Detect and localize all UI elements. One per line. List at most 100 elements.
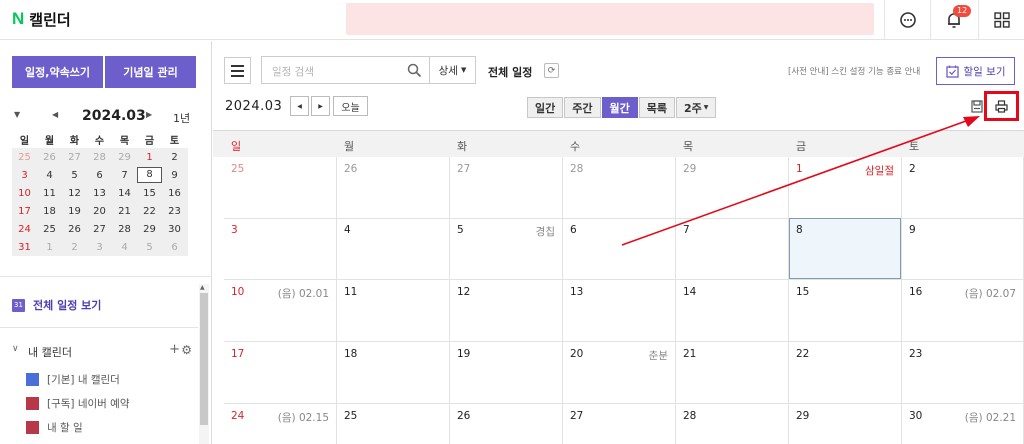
day-number[interactable]: 9 xyxy=(909,224,916,236)
day-cell[interactable]: 26 xyxy=(450,404,563,444)
mini-day[interactable]: 22 xyxy=(137,206,162,217)
day-number[interactable]: 13 xyxy=(570,286,583,298)
mini-day[interactable]: 5 xyxy=(62,170,87,181)
day-number[interactable]: 25 xyxy=(231,163,244,175)
mini-day[interactable]: 6 xyxy=(87,170,112,181)
mini-day[interactable]: 29 xyxy=(137,224,162,235)
day-cell[interactable]: 13 xyxy=(563,280,676,342)
day-number[interactable]: 21 xyxy=(683,348,696,360)
day-cell[interactable]: 27 xyxy=(563,404,676,444)
mini-day[interactable]: 29 xyxy=(112,152,137,163)
day-number[interactable]: 2 xyxy=(909,163,916,175)
today-button[interactable]: 오늘 xyxy=(333,96,368,116)
day-cell[interactable]: 12 xyxy=(450,280,563,342)
ad-banner[interactable] xyxy=(346,3,874,35)
mini-day[interactable]: 4 xyxy=(37,170,62,181)
mini-day[interactable]: 3 xyxy=(87,242,112,253)
day-number[interactable]: 26 xyxy=(344,163,357,175)
mini-day[interactable]: 28 xyxy=(87,152,112,163)
day-cell[interactable]: 21 xyxy=(676,342,789,404)
day-number[interactable]: 18 xyxy=(344,348,357,360)
day-number[interactable]: 1 xyxy=(796,163,803,175)
day-cell[interactable]: 19 xyxy=(450,342,563,404)
mini-day[interactable]: 28 xyxy=(112,224,137,235)
day-number[interactable]: 4 xyxy=(344,224,351,236)
day-cell[interactable]: 4 xyxy=(337,218,450,280)
calendar-color-swatch[interactable] xyxy=(26,397,39,410)
day-number[interactable]: 24 xyxy=(231,410,244,422)
mini-day[interactable]: 3 xyxy=(12,170,37,181)
all-events-link[interactable]: 31 전체 일정 보기 xyxy=(12,297,101,313)
day-cell[interactable]: 7 xyxy=(676,218,789,280)
mini-day[interactable]: 2 xyxy=(62,242,87,253)
mini-day[interactable]: 2 xyxy=(162,152,187,163)
day-cell[interactable]: 29 xyxy=(676,157,789,219)
mini-day[interactable]: 5 xyxy=(137,242,162,253)
tab-monthly[interactable]: 월간 xyxy=(601,97,638,118)
day-number[interactable]: 6 xyxy=(570,224,577,236)
day-cell[interactable]: 15 xyxy=(789,280,902,342)
mini-day[interactable]: 1 xyxy=(37,242,62,253)
gear-icon[interactable]: ⚙ xyxy=(181,343,192,357)
day-cell[interactable]: 28 xyxy=(563,157,676,219)
day-number[interactable]: 16 xyxy=(909,286,922,298)
day-cell[interactable]: 11 xyxy=(337,280,450,342)
day-cell[interactable]: 20 춘분 xyxy=(563,342,676,404)
day-cell[interactable]: 3 xyxy=(224,218,337,280)
collapse-chevron-icon[interactable]: ▼ xyxy=(14,110,20,119)
day-cell[interactable]: 8 xyxy=(789,218,902,280)
mini-day[interactable]: 1 xyxy=(137,152,162,163)
day-number[interactable]: 30 xyxy=(909,410,922,422)
calendar-item-todo[interactable]: 내 할 일 xyxy=(26,420,83,435)
day-cell[interactable]: 29 xyxy=(789,404,902,444)
day-cell[interactable]: 9 xyxy=(902,218,1024,280)
day-cell[interactable]: 6 xyxy=(563,218,676,280)
day-number[interactable]: 28 xyxy=(570,163,583,175)
day-cell[interactable]: 28 xyxy=(676,404,789,444)
day-cell[interactable]: 2 xyxy=(902,157,1024,219)
day-number[interactable]: 29 xyxy=(796,410,809,422)
mini-day[interactable]: 31 xyxy=(12,242,37,253)
day-number[interactable]: 28 xyxy=(683,410,696,422)
apps-button[interactable] xyxy=(978,0,1024,40)
mini-day[interactable]: 23 xyxy=(162,206,187,217)
tab-two-weeks[interactable]: 2주 ▼ xyxy=(676,97,717,118)
day-cell[interactable]: 23 xyxy=(902,342,1024,404)
mini-day[interactable]: 17 xyxy=(12,206,37,217)
day-number[interactable]: 8 xyxy=(796,224,803,236)
mini-day[interactable]: 18 xyxy=(37,206,62,217)
day-cell[interactable]: 22 xyxy=(789,342,902,404)
day-number[interactable]: 3 xyxy=(231,224,238,236)
next-month-button[interactable]: ▶ xyxy=(311,96,330,116)
naver-calendar-logo[interactable]: N 캘린더 xyxy=(12,7,71,31)
day-number[interactable]: 26 xyxy=(457,410,470,422)
mini-day[interactable]: 27 xyxy=(62,152,87,163)
day-number[interactable]: 19 xyxy=(457,348,470,360)
day-number[interactable]: 12 xyxy=(457,286,470,298)
day-number[interactable]: 14 xyxy=(683,286,696,298)
mini-day[interactable]: 25 xyxy=(12,152,37,163)
day-cell[interactable]: 10 (음) 02.01 xyxy=(224,280,337,342)
hamburger-menu-button[interactable] xyxy=(224,57,251,84)
day-cell[interactable]: 18 xyxy=(337,342,450,404)
day-number[interactable]: 23 xyxy=(909,348,922,360)
search-input[interactable]: 일정 검색 xyxy=(261,56,430,84)
my-calendar-section-header[interactable]: ∨ 내 캘린더 + ⚙ xyxy=(12,342,192,359)
search-icon[interactable] xyxy=(407,63,422,78)
day-number[interactable]: 25 xyxy=(344,410,357,422)
scrollbar-thumb[interactable] xyxy=(200,293,208,425)
tab-weekly[interactable]: 주간 xyxy=(564,97,601,118)
day-cell[interactable]: 14 xyxy=(676,280,789,342)
mini-day[interactable]: 8 xyxy=(137,167,162,183)
mini-day[interactable]: 12 xyxy=(62,188,87,199)
day-number[interactable]: 29 xyxy=(683,163,696,175)
day-number[interactable]: 5 xyxy=(457,224,464,236)
calendar-color-swatch[interactable] xyxy=(26,373,39,386)
day-cell[interactable]: 30 (음) 02.21 xyxy=(902,404,1024,444)
mini-day[interactable]: 20 xyxy=(87,206,112,217)
anniversary-button[interactable]: 기념일 관리 xyxy=(105,56,196,88)
mini-day[interactable]: 14 xyxy=(112,188,137,199)
calendar-item-naver-booking[interactable]: [구독] 네이버 예약 xyxy=(26,396,130,411)
prev-month-button[interactable]: ◀ xyxy=(290,96,309,116)
next-month-icon[interactable]: ▶ xyxy=(146,110,152,119)
